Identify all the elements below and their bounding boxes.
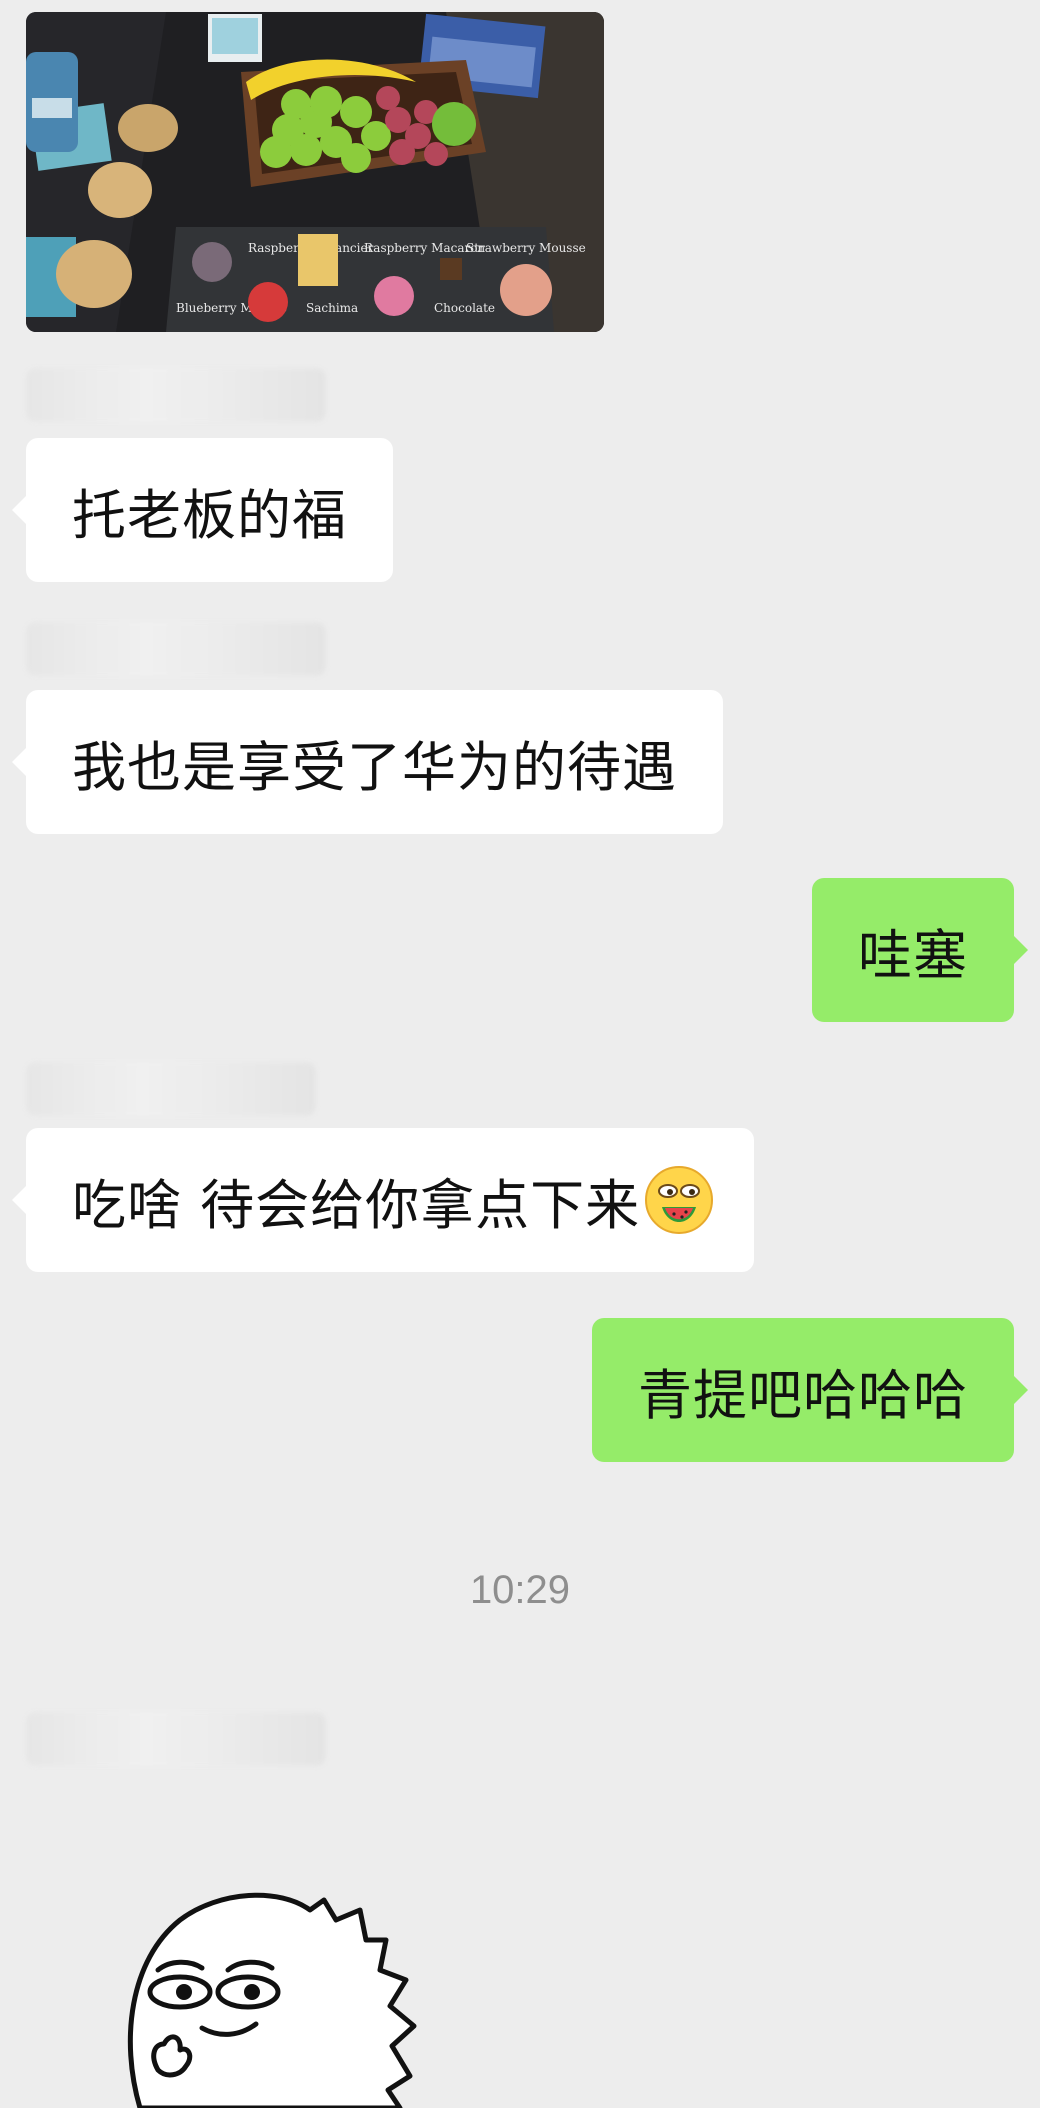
sender-name-blurred (26, 622, 326, 676)
message-bubble-incoming[interactable]: 我也是享受了华为的待遇 (12, 690, 723, 834)
message-text: 吃啥 待会给你拿点下来 (72, 1173, 641, 1237)
message-text: 哇塞 (858, 923, 968, 987)
drooling-watermelon-emoji (645, 1166, 714, 1234)
message-bubble-outgoing[interactable]: 哇塞 (812, 878, 1028, 1022)
dessert-label: Chocolate (434, 301, 495, 315)
message-bubble-incoming[interactable]: 吃啥 待会给你拿点下来 (11, 1128, 755, 1272)
sender-name-blurred (26, 368, 326, 422)
message-text: 托老板的福 (72, 483, 347, 547)
dessert-label: Strawberry Mousse (466, 241, 586, 255)
sender-name-blurred (26, 1062, 316, 1116)
message-bubble-outgoing[interactable]: 青提吧哈哈哈 (592, 1318, 1028, 1462)
message-bubble-incoming[interactable]: 托老板的福 (12, 438, 393, 582)
photo-message[interactable]: Raspberry Financier Raspberry Macaron St… (26, 12, 604, 332)
dessert-label: Sachima (306, 301, 358, 315)
chat-area[interactable]: Raspberry Financier Raspberry Macaron St… (0, 0, 1040, 2108)
food-photo: Raspberry Financier Raspberry Macaron St… (26, 12, 604, 332)
dinosaur-sticker[interactable] (110, 1880, 450, 2108)
message-text: 我也是享受了华为的待遇 (72, 735, 677, 799)
message-text: 青提吧哈哈哈 (638, 1363, 968, 1427)
sender-name-blurred (26, 1712, 326, 1766)
message-timestamp: 10:29 (469, 1568, 571, 1612)
